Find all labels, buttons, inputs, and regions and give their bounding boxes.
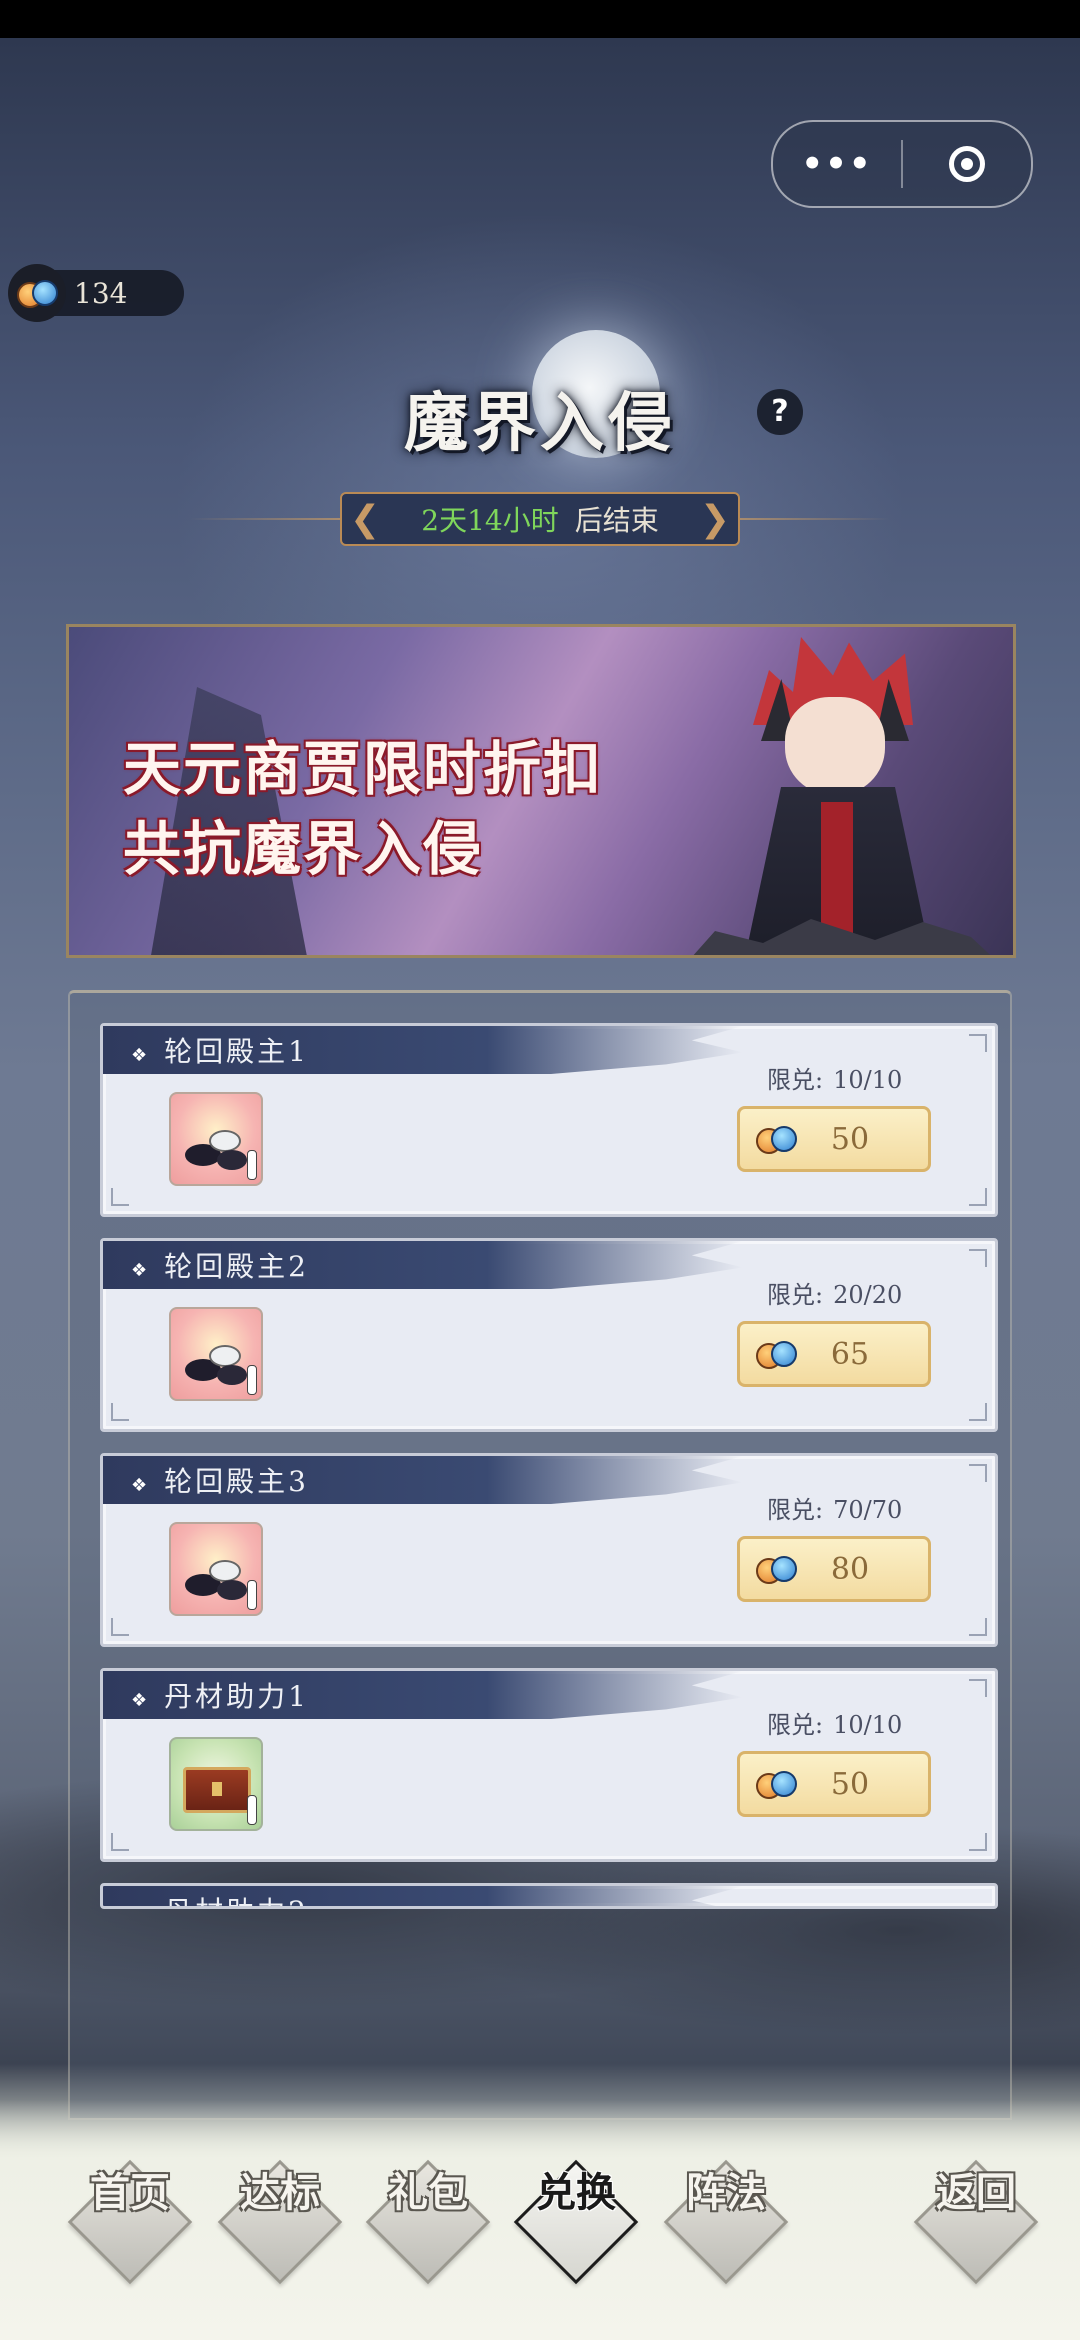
treasure-chest-icon[interactable]: [169, 1737, 263, 1831]
countdown-suffix: 后结束: [574, 504, 659, 537]
shop-item-card-partial: ❖ 丹材助力2: [100, 1883, 998, 1909]
limit-label: 限兑:: [767, 1711, 824, 1739]
limit-value: 20/20: [833, 1281, 903, 1309]
exchange-button[interactable]: 50: [737, 1751, 931, 1817]
item-title: ❖ 轮回殿主3: [131, 1460, 309, 1500]
corner-ornament: [969, 1679, 987, 1697]
corner-ornament: [969, 1034, 987, 1052]
item-name: 轮回殿主3: [164, 1465, 309, 1498]
countdown-value: 2天14小时: [421, 504, 559, 537]
exchange-limit: 限兑: 20/20: [757, 1275, 902, 1310]
tab-label: 达标: [240, 2169, 320, 2216]
exchange-button[interactable]: 65: [737, 1321, 931, 1387]
item-title: ❖ 轮回殿主1: [131, 1030, 309, 1070]
shop-item-card: ❖ 轮回殿主1 限兑: 10/10 50: [100, 1023, 998, 1217]
corner-ornament: [969, 1249, 987, 1267]
go-stones-icon[interactable]: [169, 1092, 263, 1186]
status-bar: [0, 0, 1080, 38]
mini-program-capsule: •••: [771, 120, 1033, 208]
close-mini-program-button[interactable]: [903, 146, 1031, 182]
limit-value: 10/10: [833, 1066, 903, 1094]
exchange-button[interactable]: 50: [737, 1106, 931, 1172]
go-stones-icon[interactable]: [169, 1307, 263, 1401]
corner-ornament: [969, 1833, 987, 1851]
exchange-button[interactable]: 80: [737, 1536, 931, 1602]
corner-ornament: [969, 1403, 987, 1421]
event-banner: 天元商贾限时折扣 共抗魔界入侵: [66, 624, 1016, 958]
shop-item-card: ❖ 轮回殿主2 限兑: 20/20 65: [100, 1238, 998, 1432]
currency-icon: [756, 1771, 797, 1799]
item-name: 轮回殿主2: [164, 1250, 309, 1283]
currency-display: 134: [8, 264, 184, 322]
tab-goals[interactable]: 达标: [217, 2159, 343, 2285]
tab-label: 礼包: [388, 2169, 468, 2216]
limit-value: 70/70: [833, 1496, 903, 1524]
back-button[interactable]: 返回: [913, 2159, 1039, 2285]
price: 80: [830, 1551, 870, 1587]
countdown-badge: ❮ 2天14小时 后结束 ❯: [340, 492, 740, 546]
price: 50: [830, 1121, 870, 1157]
diamond-bullet-icon: ❖: [131, 1045, 151, 1066]
item-title: ❖ 丹材助力1: [131, 1675, 309, 1715]
tab-exchange[interactable]: 兑换: [513, 2159, 639, 2285]
tab-label: 兑换: [536, 2169, 616, 2216]
item-name: 丹材助力1: [164, 1680, 309, 1713]
diamond-bullet-icon: ❖: [131, 1905, 150, 1906]
exchange-limit: 限兑: 70/70: [757, 1490, 902, 1525]
currency-icon: [8, 264, 66, 322]
tab-label: 返回: [936, 2169, 1016, 2216]
price: 65: [830, 1336, 870, 1372]
corner-ornament: [969, 1464, 987, 1482]
diamond-bullet-icon: ❖: [131, 1690, 151, 1711]
corner-ornament: [111, 1618, 129, 1636]
currency-icon: [756, 1556, 797, 1584]
tab-label: 阵法: [686, 2169, 766, 2216]
item-title: ❖ 丹材助力2: [131, 1890, 309, 1906]
banner-subheadline: 共抗魔界入侵: [123, 815, 484, 883]
item-name: 轮回殿主1: [164, 1035, 309, 1068]
corner-ornament: [969, 1618, 987, 1636]
chevron-right-icon: ❯: [699, 499, 730, 540]
tab-gift-packs[interactable]: 礼包: [365, 2159, 491, 2285]
exchange-list[interactable]: ❖ 轮回殿主1 限兑: 10/10 50 ❖ 轮回殿主2 限兑: 20/20 65 ❖ 轮…: [68, 990, 1012, 2120]
exchange-limit: 限兑: 10/10: [757, 1705, 902, 1740]
banner-headline: 天元商贾限时折扣: [123, 735, 604, 803]
item-title: ❖ 轮回殿主2: [131, 1245, 309, 1285]
price: 50: [830, 1766, 870, 1802]
corner-ornament: [969, 1188, 987, 1206]
tab-label: 首页: [90, 2169, 170, 2216]
tab-home[interactable]: 首页: [67, 2159, 193, 2285]
chevron-left-icon: ❮: [350, 499, 381, 540]
currency-icon: [756, 1126, 797, 1154]
help-button[interactable]: ?: [757, 389, 803, 435]
currency-icon: [756, 1341, 797, 1369]
item-name: 丹材助力2: [164, 1895, 309, 1906]
diamond-bullet-icon: ❖: [131, 1475, 151, 1496]
currency-amount: 134: [74, 276, 128, 310]
corner-ornament: [111, 1403, 129, 1421]
exchange-limit: 限兑: 10/10: [757, 1060, 902, 1095]
tab-formation[interactable]: 阵法: [663, 2159, 789, 2285]
limit-label: 限兑:: [767, 1281, 824, 1309]
target-icon: [949, 146, 985, 182]
limit-label: 限兑:: [767, 1496, 824, 1524]
corner-ornament: [111, 1833, 129, 1851]
page-title: 魔界入侵: [404, 386, 676, 461]
limit-label: 限兑:: [767, 1066, 824, 1094]
diamond-bullet-icon: ❖: [131, 1260, 151, 1281]
demon-lord-illustration: [683, 627, 1003, 955]
more-menu-button[interactable]: •••: [773, 144, 901, 184]
go-stones-icon[interactable]: [169, 1522, 263, 1616]
shop-item-card: ❖ 轮回殿主3 限兑: 70/70 80: [100, 1453, 998, 1647]
corner-ornament: [111, 1188, 129, 1206]
shop-item-card: ❖ 丹材助力1 限兑: 10/10 50: [100, 1668, 998, 1862]
limit-value: 10/10: [833, 1711, 903, 1739]
